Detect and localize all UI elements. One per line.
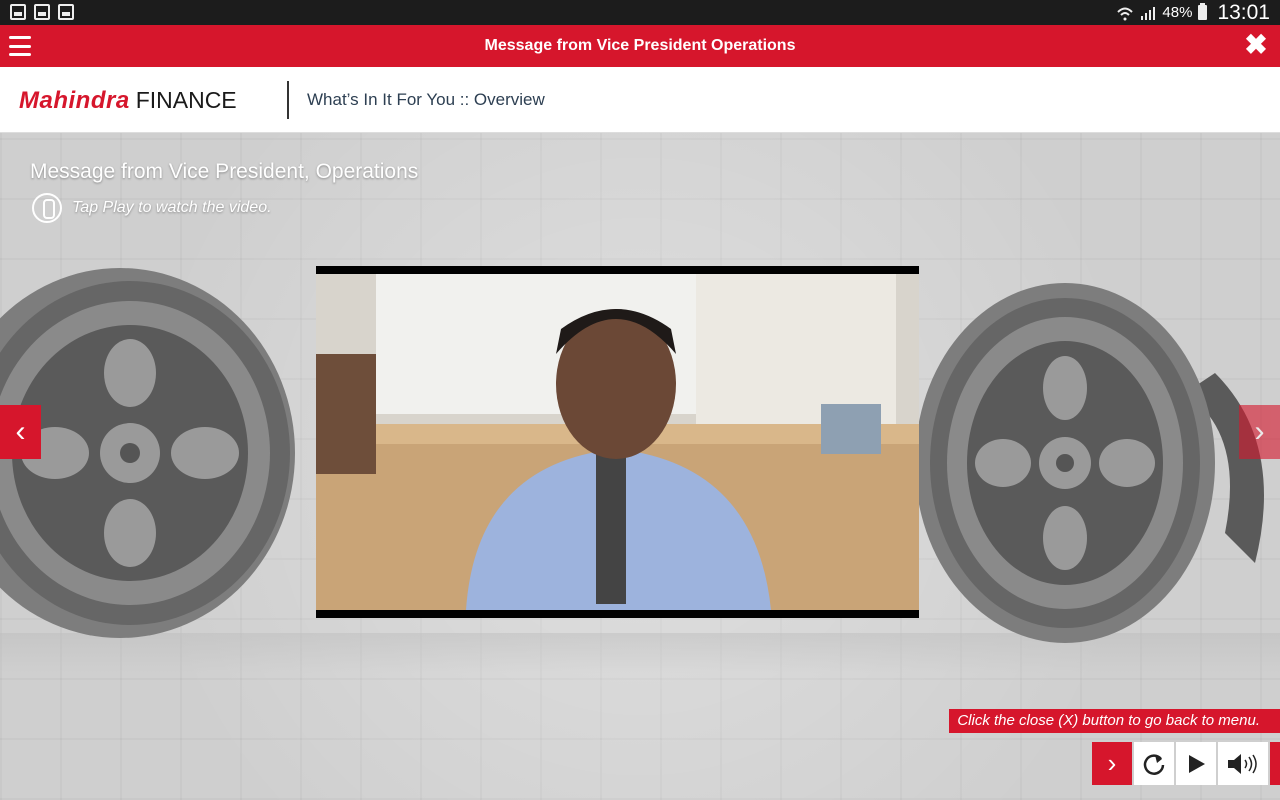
clock: 13:01 — [1217, 0, 1270, 24]
instruction-text: Tap Play to watch the video. — [72, 199, 272, 216]
logo-suffix: FINANCE — [135, 87, 237, 113]
content-stage: Message from Vice President, Operations … — [0, 133, 1280, 800]
replay-icon[interactable] — [1134, 742, 1174, 785]
video-player[interactable] — [316, 266, 919, 618]
page-heading: Message from Vice President, Operations — [30, 160, 419, 183]
battery-icon — [1198, 3, 1208, 20]
wifi-icon — [1117, 7, 1134, 20]
player-controls: › — [1092, 742, 1280, 785]
title-bar: Message from Vice President Operations ✖ — [0, 25, 1280, 67]
close-icon[interactable]: ✖ — [1242, 31, 1270, 59]
header-divider — [287, 81, 289, 119]
film-reel-right-icon — [915, 283, 1264, 643]
signal-icon — [1141, 6, 1156, 20]
phone-download-icon — [34, 4, 50, 20]
status-bar: 48% 13:01 — [0, 0, 1280, 25]
instruction: Tap Play to watch the video. — [32, 193, 272, 223]
video-frame — [316, 274, 919, 610]
mahindra-finance-logo: Mahindra FINANCE — [19, 87, 237, 114]
previous-arrow-button[interactable]: ‹ — [0, 405, 41, 459]
window-title: Message from Vice President Operations — [484, 37, 796, 54]
calendar-icon — [58, 4, 74, 20]
logo-brand: Mahindra — [19, 87, 130, 114]
volume-icon[interactable] — [1218, 742, 1268, 785]
tap-hand-icon — [32, 193, 62, 223]
next-arrow-button[interactable]: › — [1239, 405, 1280, 459]
header: Mahindra FINANCE What’s In It For You ::… — [0, 67, 1280, 133]
notification-icons — [10, 4, 74, 20]
film-reel-left-icon — [0, 268, 295, 638]
system-indicators: 48% 13:01 — [1116, 0, 1270, 25]
play-icon[interactable] — [1176, 742, 1216, 785]
battery-percent: 48% — [1162, 4, 1193, 21]
breadcrumb: What’s In It For You :: Overview — [307, 90, 545, 109]
controls-edge — [1270, 742, 1280, 785]
gallery-icon — [10, 4, 26, 20]
hamburger-menu-icon[interactable] — [8, 34, 32, 58]
close-hint: Click the close (X) button to go back to… — [949, 709, 1280, 733]
next-button[interactable]: › — [1092, 742, 1132, 785]
